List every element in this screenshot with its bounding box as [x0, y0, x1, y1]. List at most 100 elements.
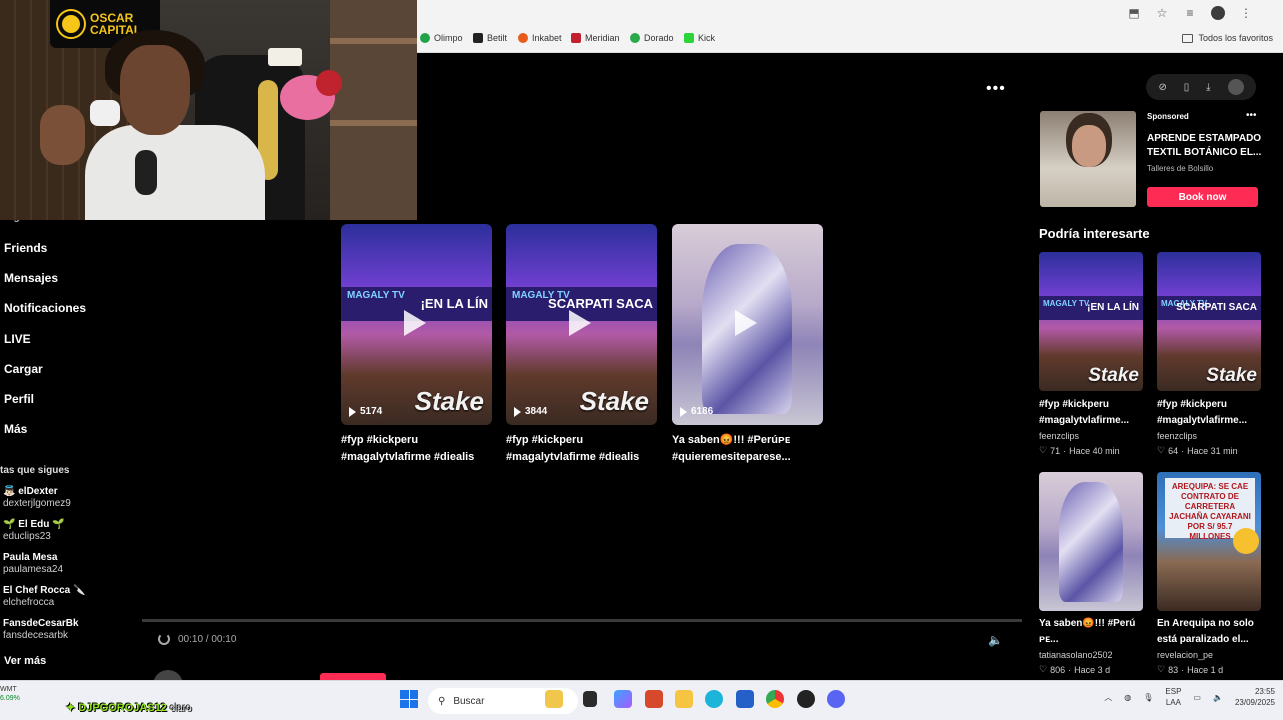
more-options-icon[interactable]: ••• — [986, 80, 1006, 98]
download-icon[interactable]: ⤓ — [1206, 82, 1210, 93]
heart-icon: ♡ — [1039, 664, 1048, 674]
copilot-icon[interactable] — [614, 690, 632, 708]
kick-icon — [684, 33, 694, 43]
following-item[interactable]: Paula Mesa paulamesa24 — [3, 552, 63, 576]
nav-more[interactable]: Más — [4, 422, 27, 436]
see-more-link[interactable]: Ver más — [4, 655, 46, 667]
chevron-up-icon[interactable]: ︿ — [1104, 692, 1112, 703]
all-bookmarks[interactable]: Todos los favoritos — [1182, 33, 1273, 43]
dorado-icon — [630, 33, 640, 43]
display-icon[interactable]: ▭ — [1193, 693, 1201, 702]
rec-author[interactable]: revelacion_pe — [1157, 650, 1213, 660]
webcam-overlay: OSCAR CAPITAL — [0, 0, 417, 220]
ad-more-icon[interactable]: ••• — [1246, 110, 1257, 121]
view-count: 3844 — [514, 406, 547, 417]
leaf-icon: ✦ — [66, 702, 76, 714]
windows-start-icon[interactable] — [400, 690, 418, 708]
rec-caption[interactable]: #fyp #kickperu #magalytvlafirme... — [1039, 397, 1151, 429]
inkabet-icon — [518, 33, 528, 43]
video-progress-bar[interactable] — [142, 619, 1022, 622]
rec-meta: ♡ 64 · Hace 31 min — [1157, 445, 1238, 456]
left-sidebar: Siguiendo Friends Mensajes Notificacione… — [0, 212, 140, 680]
video-title[interactable]: Ya saben😡!!! #Perúᴘᴇ #quieremesiteparese… — [672, 432, 832, 466]
nav-live[interactable]: LIVE — [4, 332, 31, 346]
following-item[interactable]: 🌱 El Edu 🌱 educlips23 — [3, 519, 65, 543]
webcam-person — [85, 125, 265, 220]
video-title[interactable]: #fyp #kickperu #magalytvlafirme #diealis — [341, 432, 501, 466]
nav-friends[interactable]: Friends — [4, 241, 47, 255]
nav-messages[interactable]: Mensajes — [4, 271, 58, 285]
following-item[interactable]: FansdeCesarBk fansdecesarbk — [3, 618, 79, 642]
heart-icon: ♡ — [1157, 445, 1166, 455]
nav-notifications[interactable]: Notificaciones — [4, 301, 86, 315]
bookmark-kick[interactable]: Kick — [684, 33, 715, 43]
user-avatar[interactable] — [1227, 79, 1244, 95]
store-icon[interactable] — [736, 690, 754, 708]
rec-author[interactable]: feenzclips — [1039, 431, 1079, 441]
play-icon[interactable] — [404, 310, 426, 336]
stock-widget[interactable]: WMT 6.09% — [0, 685, 20, 703]
following-item[interactable]: 👼🏻 elDexter dexterjlgomez9 — [3, 486, 71, 510]
video-title[interactable]: #fyp #kickperu #magalytvlafirme #diealis — [506, 432, 666, 466]
rec-meta: ♡ 806 · Hace 3 d — [1039, 664, 1111, 675]
play-icon[interactable] — [569, 310, 591, 336]
bookmark-betilt[interactable]: Betilt — [473, 33, 507, 43]
rec-meta: ♡ 83 · Hace 1 d — [1157, 664, 1224, 675]
play-icon[interactable] — [735, 310, 757, 336]
heart-icon: ♡ — [1039, 445, 1048, 455]
rec-thumbnail[interactable]: MAGALY TV SCARPATI SACA Stake — [1157, 252, 1261, 391]
install-icon[interactable]: ⬒ — [1127, 6, 1141, 20]
language-indicator[interactable]: ESP LAA — [1165, 686, 1181, 708]
mic-icon[interactable]: 🎙 — [1143, 693, 1153, 702]
following-item[interactable]: El Chef Rocca 🔪 elchefrocca — [3, 585, 85, 609]
menu-icon[interactable]: ⋮ — [1239, 6, 1253, 20]
rec-thumbnail[interactable]: AREQUIPA: SE CAE CONTRATO DE CARRETERA J… — [1157, 472, 1261, 611]
rec-caption[interactable]: Ya saben😡!!! #Perú ᴘᴇ... — [1039, 616, 1151, 648]
app-icon[interactable] — [645, 690, 663, 708]
search-icon: ⚲ — [438, 695, 446, 707]
ad-title[interactable]: APRENDE ESTAMPADO TEXTIL BOTÁNICO EL... — [1147, 132, 1267, 160]
app-icon[interactable] — [545, 690, 563, 708]
profile-avatar[interactable] — [1211, 6, 1225, 20]
sponsored-label: Sponsored — [1147, 112, 1189, 121]
video-card[interactable]: MAGALY TV SCARPATI SACA Stake 3844 — [506, 224, 657, 425]
stake-watermark: Stake — [1206, 365, 1257, 386]
rec-author[interactable]: tatianasolano2502 — [1039, 650, 1113, 660]
ad-thumbnail[interactable] — [1040, 111, 1136, 207]
bookmark-dorado[interactable]: Dorado — [630, 33, 674, 43]
terminal-icon[interactable] — [583, 691, 597, 707]
folder-icon — [1182, 33, 1194, 43]
replay-icon[interactable] — [158, 633, 170, 645]
stake-watermark: Stake — [579, 386, 649, 416]
bookmark-star-icon[interactable]: ☆ — [1155, 6, 1169, 20]
betilt-icon — [473, 33, 483, 43]
clock[interactable]: 23:55 23/09/2025 — [1235, 686, 1275, 708]
video-card[interactable]: 6186 — [672, 224, 823, 425]
olimpo-icon — [420, 33, 430, 43]
rec-author[interactable]: feenzclips — [1157, 431, 1197, 441]
file-explorer-icon[interactable] — [675, 690, 693, 708]
rec-caption[interactable]: En Arequipa no solo está paralizado el..… — [1157, 616, 1269, 648]
book-now-button[interactable]: Book now — [1147, 187, 1258, 207]
network-icon[interactable]: ◍ — [1124, 693, 1131, 702]
media-control-icon[interactable]: ≡ — [1183, 6, 1197, 20]
bookmark-olimpo[interactable]: Olimpo — [420, 33, 463, 43]
chrome-icon[interactable] — [766, 690, 784, 708]
nav-profile[interactable]: Perfil — [4, 392, 34, 406]
bookmark-inkabet[interactable]: Inkabet — [518, 33, 562, 43]
edge-icon[interactable] — [705, 690, 723, 708]
mobile-icon[interactable]: ▯ — [1184, 82, 1190, 93]
obs-icon[interactable] — [797, 690, 815, 708]
rec-thumbnail[interactable] — [1039, 472, 1143, 611]
rec-caption[interactable]: #fyp #kickperu #magalytvlafirme... — [1157, 397, 1269, 429]
rec-thumbnail[interactable]: MAGALY TV ¡EN LA LÍN Stake — [1039, 252, 1143, 391]
stake-watermark: Stake — [414, 386, 484, 416]
nav-upload[interactable]: Cargar — [4, 362, 43, 376]
speaker-icon[interactable]: 🔈 — [1213, 693, 1223, 702]
coins-icon[interactable]: ⊘ — [1158, 82, 1166, 93]
video-card[interactable]: MAGALY TV ¡EN LA LÍN Stake 5174 — [341, 224, 492, 425]
time-display: 00:10 / 00:10 — [178, 633, 237, 645]
volume-icon[interactable]: 🔈 — [988, 633, 1003, 647]
discord-icon[interactable] — [827, 690, 845, 708]
bookmark-meridian[interactable]: Meridian — [571, 33, 620, 43]
